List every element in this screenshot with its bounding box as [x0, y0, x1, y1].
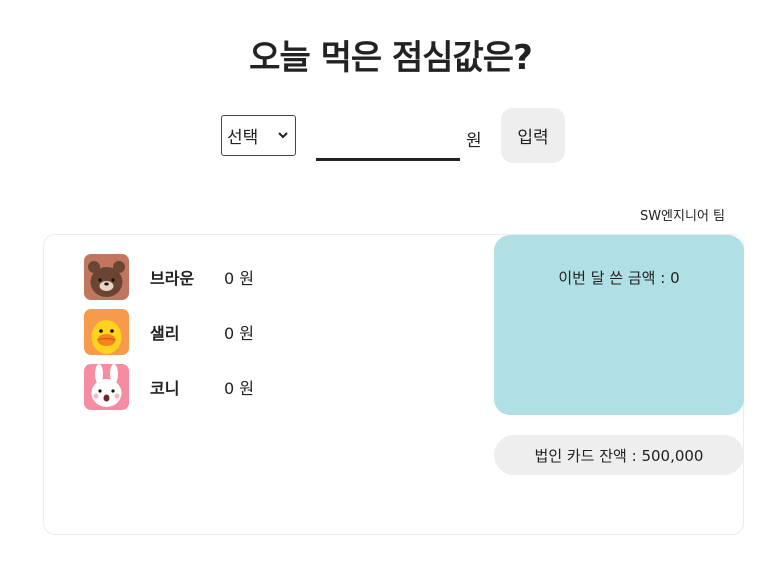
chevron-down-icon [278, 132, 288, 139]
member-name: 코니 [150, 379, 180, 398]
member-row-sally: 샐리 0 원 [84, 309, 254, 355]
member-name: 샐리 [150, 324, 180, 343]
currency-unit: 원 [466, 131, 482, 151]
team-label: SW엔지니어 팀 [639, 209, 725, 224]
member-amount: 0 원 [224, 324, 254, 343]
member-row-cony: 코니 0 원 [84, 364, 254, 410]
monthly-spent-text: 이번 달 쓴 금액 : 0 [558, 269, 680, 287]
submit-button[interactable]: 입력 [501, 108, 565, 163]
member-amount: 0 원 [224, 269, 254, 288]
member-row-brown: 브라운 0 원 [84, 254, 254, 300]
select-value: 선택 [227, 128, 259, 148]
member-select[interactable]: 선택 [221, 115, 296, 156]
amount-input[interactable] [316, 118, 460, 161]
brown-bear-icon [84, 254, 129, 300]
card-balance-badge: 법인 카드 잔액 : 500,000 [494, 435, 744, 475]
cony-rabbit-icon [84, 364, 129, 410]
monthly-spent-card: 이번 달 쓴 금액 : 0 [494, 235, 744, 415]
member-amount: 0 원 [224, 379, 254, 398]
page-title: 오늘 먹은 점심값은? [249, 38, 533, 78]
card-balance-text: 법인 카드 잔액 : 500,000 [534, 446, 704, 465]
member-name: 브라운 [150, 269, 195, 288]
sally-chick-icon [84, 309, 129, 355]
